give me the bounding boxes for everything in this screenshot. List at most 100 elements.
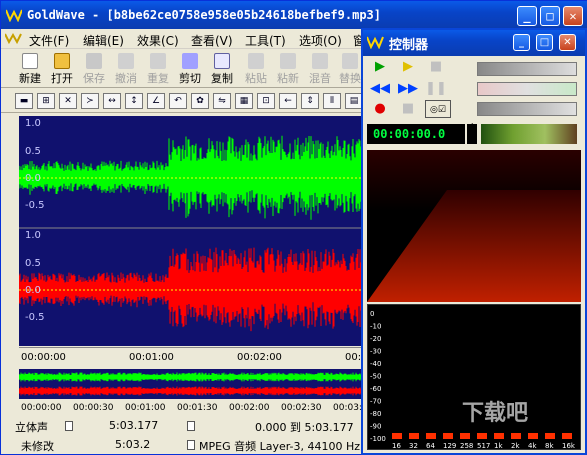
effect-tool-13[interactable]: ←	[279, 93, 297, 109]
undo-label: 撤消	[115, 72, 137, 85]
copy-button[interactable]: 复制	[207, 53, 237, 87]
effect-tool-11[interactable]: ▦	[235, 93, 253, 109]
open-button[interactable]: 打开	[47, 53, 77, 87]
balance-slider[interactable]	[477, 82, 577, 96]
menu-edit[interactable]: 编辑(E)	[83, 32, 124, 49]
spectrum-bar	[426, 433, 436, 439]
meter-db-label: -90	[370, 423, 381, 431]
waveform-display[interactable]: 1.0 0.5 0.0 -0.5 1.0 0.5 0.0 -0.5	[19, 116, 362, 346]
frequency-label: 258	[460, 442, 473, 450]
minimize-button[interactable]: _	[517, 6, 537, 26]
fast-forward-button[interactable]: ▶▶	[395, 80, 421, 98]
effect-tool-1[interactable]: ▬	[15, 93, 33, 109]
volume-slider[interactable]	[477, 62, 577, 76]
controller-logo-icon	[366, 35, 385, 53]
status-format-icon	[187, 440, 195, 450]
overview-time-label: 00:02:30	[281, 403, 322, 413]
effect-tool-6[interactable]: ↕	[125, 93, 143, 109]
meter-db-label: 0	[370, 310, 374, 318]
timeline-label: 00:01:00	[129, 352, 174, 363]
controller-minimize-button[interactable]: _	[513, 34, 530, 51]
menu-options[interactable]: 选项(O)	[299, 32, 342, 49]
redo-button[interactable]: 重复	[143, 53, 173, 87]
effect-tool-2[interactable]: ⊞	[37, 93, 55, 109]
menu-tools[interactable]: 工具(T)	[245, 32, 286, 49]
replace-icon	[342, 53, 358, 69]
effect-tool-14[interactable]: ⇕	[301, 93, 319, 109]
rewind-button[interactable]: ◀◀	[367, 80, 393, 98]
frequency-label: 64	[426, 442, 435, 450]
menu-view[interactable]: 查看(V)	[191, 32, 233, 49]
y-label-top-2: 0.5	[25, 146, 41, 157]
controller-close-button[interactable]: ✕	[559, 34, 576, 51]
timeline-label: 00:02:00	[237, 352, 282, 363]
y-label-bottom-4: -0.5	[25, 312, 45, 323]
overview-time-label: 00:01:00	[125, 403, 166, 413]
window-title: GoldWave - [b8be62ce0758e958e05b24618bef…	[27, 8, 382, 22]
controller-maximize-button[interactable]: □	[536, 34, 553, 51]
speed-slider[interactable]	[477, 102, 577, 116]
new-file-icon	[22, 53, 38, 69]
meter-db-label: -50	[370, 373, 381, 381]
undo-icon	[118, 53, 134, 69]
save-button[interactable]: 保存	[79, 53, 109, 87]
spectrum-bar	[409, 433, 419, 439]
play-selection-button[interactable]: ▶	[395, 58, 421, 76]
paste-label: 粘贴	[245, 72, 267, 85]
stop-button[interactable]: ■	[423, 58, 449, 76]
mix-button[interactable]: 混音	[305, 53, 335, 87]
close-button[interactable]: ✕	[563, 6, 583, 26]
effect-tool-7[interactable]: ∠	[147, 93, 165, 109]
spectrum-bar	[477, 433, 487, 439]
spectrum-bar	[562, 433, 572, 439]
spectrum-bar	[528, 433, 538, 439]
watermark: 下载吧	[462, 401, 529, 426]
controller-window: 控制器 _ □ ✕ ▶ ▶ ■ ◀◀ ▶▶ ❚❚ ● ■ ◎☑ 00:00:00…	[361, 28, 587, 455]
overview-waveform[interactable]	[18, 369, 362, 399]
effect-tool-4[interactable]: ≻	[81, 93, 99, 109]
effect-tool-9[interactable]: ✿	[191, 93, 209, 109]
timeline-ruler: 00:00:00 00:01:00 00:02:00 00:03:00	[19, 347, 390, 369]
frequency-label: 16k	[562, 442, 576, 450]
open-label: 打开	[51, 72, 73, 85]
effect-tool-10[interactable]: ⇋	[213, 93, 231, 109]
menu-file[interactable]: 文件(F)	[29, 32, 69, 49]
meter-db-label: -80	[370, 410, 381, 418]
cut-button[interactable]: 剪切	[175, 53, 205, 87]
menu-effects[interactable]: 效果(C)	[137, 32, 179, 49]
effect-tool-15[interactable]: ⫴	[323, 93, 341, 109]
record-button[interactable]: ●	[367, 100, 393, 118]
status-selection-icon	[187, 421, 195, 431]
y-label-bottom-1: 1.0	[25, 230, 41, 241]
lr-labels: LR	[471, 122, 481, 142]
effect-tool-12[interactable]: ⊡	[257, 93, 275, 109]
status-position: 5:03.2	[115, 438, 151, 451]
replace-label: 替换	[339, 72, 361, 85]
spectrum-bar	[494, 433, 504, 439]
y-label-top-3: 0.0	[25, 173, 41, 184]
meter-db-label: -60	[370, 385, 381, 393]
overview-time-label: 00:03:	[333, 403, 362, 413]
new-button[interactable]: 新建	[15, 53, 45, 87]
y-label-bottom-2: 0.5	[25, 258, 41, 269]
record-stop-button[interactable]: ■	[395, 100, 421, 118]
spectrum-bar	[460, 433, 470, 439]
frequency-label: 129	[443, 442, 456, 450]
paste-new-button[interactable]: 粘新	[273, 53, 303, 87]
spectrum-bar	[511, 433, 521, 439]
play-button[interactable]: ▶	[367, 58, 393, 76]
maximize-button[interactable]: □	[540, 6, 560, 26]
status-bar: 立体声 5:03.177 0.000 到 5:03.177 未修改 5:03.2…	[1, 417, 381, 455]
controller-title-bar: 控制器 _ □ ✕	[363, 30, 585, 56]
paste-button[interactable]: 粘贴	[241, 53, 271, 87]
effect-tool-8[interactable]: ↶	[169, 93, 187, 109]
frequency-label: 2k	[511, 442, 520, 450]
monitor-toggle-button[interactable]: ◎☑	[425, 100, 451, 118]
effect-tool-5[interactable]: ↔	[103, 93, 121, 109]
pause-button[interactable]: ❚❚	[423, 80, 449, 98]
redo-label: 重复	[147, 72, 169, 85]
undo-button[interactable]: 撤消	[111, 53, 141, 87]
spectrum-bar	[443, 433, 453, 439]
status-state: 未修改	[21, 440, 54, 453]
effect-tool-3[interactable]: ✕	[59, 93, 77, 109]
